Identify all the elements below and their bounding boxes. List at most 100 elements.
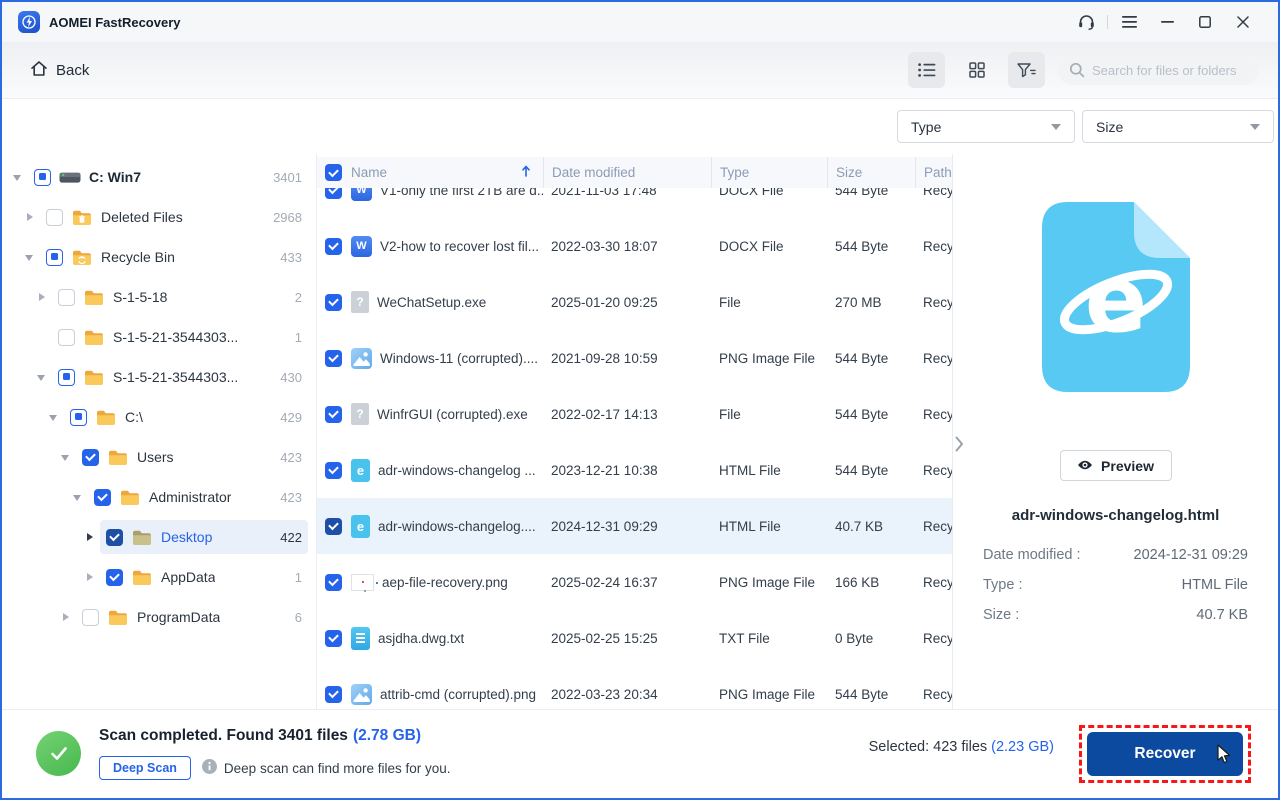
filter-button[interactable] — [1008, 52, 1045, 88]
row-checkbox[interactable] — [325, 350, 342, 367]
folder-icon — [95, 409, 117, 425]
close-button[interactable] — [1224, 7, 1262, 37]
search-input[interactable] — [1058, 55, 1258, 85]
row-checkbox[interactable] — [325, 406, 342, 423]
maximize-button[interactable] — [1186, 7, 1224, 37]
deep-scan-button[interactable]: Deep Scan — [99, 756, 191, 780]
row-checkbox[interactable] — [325, 294, 342, 311]
tree-item[interactable]: ProgramData 6 — [2, 597, 316, 637]
tree-expand-arrow-icon[interactable] — [36, 331, 48, 343]
annotation-highlight-box: Recover — [1079, 725, 1251, 783]
menu-hamburger-icon[interactable] — [1110, 7, 1148, 37]
status-bar: Scan completed. Found 3401 files(2.78 GB… — [2, 709, 1278, 798]
table-row[interactable]: WinfrGUI (corrupted).exe 2022-02-17 14:1… — [317, 386, 952, 442]
row-checkbox[interactable] — [325, 574, 342, 591]
tree-expand-arrow-icon[interactable] — [24, 251, 36, 263]
table-row[interactable]: adr-windows-changelog.... 2024-12-31 09:… — [317, 498, 952, 554]
table-row[interactable]: V1-only the first 2TB are d... 2021-11-0… — [317, 188, 952, 218]
minimize-button[interactable] — [1148, 7, 1186, 37]
main-content: C: Win7 3401 Deleted Files 2968 — [2, 154, 1278, 710]
tree-checkbox[interactable] — [46, 209, 63, 226]
tree-expand-arrow-icon[interactable] — [36, 291, 48, 303]
tree-expand-arrow-icon[interactable] — [72, 491, 84, 503]
grid-view-button[interactable] — [958, 52, 995, 88]
tree-checkbox[interactable] — [58, 369, 75, 386]
tree-checkbox[interactable] — [82, 449, 99, 466]
tree-checkbox[interactable] — [94, 489, 111, 506]
row-checkbox[interactable] — [325, 518, 342, 535]
success-check-icon — [36, 731, 81, 776]
tree-checkbox[interactable] — [106, 569, 123, 586]
cell-date: 2022-03-30 18:07 — [543, 239, 711, 254]
preview-button[interactable]: Preview — [1060, 450, 1172, 481]
cell-type: HTML File — [711, 519, 827, 534]
tree-item[interactable]: S-1-5-18 2 — [2, 277, 316, 317]
tree-checkbox[interactable] — [46, 249, 63, 266]
tree-item[interactable]: AppData 1 — [2, 557, 316, 597]
tree-item[interactable]: C: Win7 3401 — [2, 157, 316, 197]
tree-item[interactable]: Deleted Files 2968 — [2, 197, 316, 237]
tree-item-label: Administrator — [149, 489, 231, 505]
table-row[interactable]: attrib-cmd (corrupted).png 2022-03-23 20… — [317, 666, 952, 710]
tree-item[interactable]: Desktop 422 — [2, 517, 316, 557]
folder-icon — [83, 289, 105, 305]
table-row[interactable]: V2-how to recover lost fil... 2022-03-30… — [317, 218, 952, 274]
row-checkbox[interactable] — [325, 686, 342, 703]
tree-item[interactable]: Administrator 423 — [2, 477, 316, 517]
cell-type: TXT File — [711, 631, 827, 646]
tree-expand-arrow-icon[interactable] — [84, 531, 96, 543]
cell-name: WeChatSetup.exe — [377, 295, 486, 310]
cell-name: asjdha.dwg.txt — [378, 631, 464, 646]
tree-expand-arrow-icon[interactable] — [48, 411, 60, 423]
tree-item-count: 1 — [287, 570, 302, 585]
tree-checkbox[interactable] — [58, 289, 75, 306]
column-header-name[interactable]: Name — [351, 157, 543, 188]
tree-expand-arrow-icon[interactable] — [60, 611, 72, 623]
column-header-path[interactable]: Path — [915, 157, 952, 188]
row-checkbox[interactable] — [325, 238, 342, 255]
tree-expand-arrow-icon[interactable] — [60, 451, 72, 463]
list-view-button[interactable] — [908, 52, 945, 88]
cell-path: Recycl... — [915, 631, 952, 646]
scan-status-text: Scan completed. Found 3401 files(2.78 GB… — [99, 727, 421, 745]
tree-item-count: 423 — [272, 450, 302, 465]
tree-item[interactable]: Users 423 — [2, 437, 316, 477]
table-row[interactable]: aep-file-recovery.png 2025-02-24 16:37 P… — [317, 554, 952, 610]
type-filter-dropdown[interactable]: Type — [897, 110, 1075, 143]
tree-checkbox[interactable] — [82, 609, 99, 626]
size-filter-dropdown[interactable]: Size — [1082, 110, 1274, 143]
column-header-size[interactable]: Size — [827, 157, 915, 188]
tree-item[interactable]: Recycle Bin 433 — [2, 237, 316, 277]
field-value: HTML File — [1182, 577, 1248, 593]
docx-file-icon — [351, 236, 372, 257]
sort-ascending-icon[interactable] — [521, 165, 531, 180]
preview-button-label: Preview — [1101, 458, 1154, 474]
support-headset-icon[interactable] — [1067, 7, 1105, 37]
tree-item[interactable]: S-1-5-21-3544303... 430 — [2, 357, 316, 397]
table-row[interactable]: WeChatSetup.exe 2025-01-20 09:25 File 27… — [317, 274, 952, 330]
tree-expand-arrow-icon[interactable] — [36, 371, 48, 383]
row-checkbox[interactable] — [325, 630, 342, 647]
column-header-type[interactable]: Type — [711, 157, 827, 188]
column-header-date[interactable]: Date modified — [543, 157, 711, 188]
cell-date: 2025-01-20 09:25 — [543, 295, 711, 310]
row-checkbox[interactable] — [325, 462, 342, 479]
tree-expand-arrow-icon[interactable] — [12, 171, 24, 183]
tree-expand-arrow-icon[interactable] — [24, 211, 36, 223]
select-all-checkbox[interactable] — [325, 164, 342, 181]
tree-checkbox[interactable] — [58, 329, 75, 346]
tree-item[interactable]: S-1-5-21-3544303... 1 — [2, 317, 316, 357]
back-button[interactable]: Back — [30, 60, 89, 81]
tree-expand-arrow-icon[interactable] — [84, 571, 96, 583]
tree-item-count: 2968 — [265, 210, 302, 225]
table-row[interactable]: asjdha.dwg.txt 2025-02-25 15:25 TXT File… — [317, 610, 952, 666]
recover-button[interactable]: Recover — [1087, 732, 1243, 776]
tree-checkbox[interactable] — [34, 169, 51, 186]
row-checkbox[interactable] — [325, 188, 342, 199]
tree-item[interactable]: C:\ 429 — [2, 397, 316, 437]
tree-checkbox[interactable] — [106, 529, 123, 546]
collapse-panel-chevron-icon[interactable] — [955, 436, 964, 457]
table-row[interactable]: Windows-11 (corrupted).... 2021-09-28 10… — [317, 330, 952, 386]
table-row[interactable]: adr-windows-changelog ... 2023-12-21 10:… — [317, 442, 952, 498]
tree-checkbox[interactable] — [70, 409, 87, 426]
